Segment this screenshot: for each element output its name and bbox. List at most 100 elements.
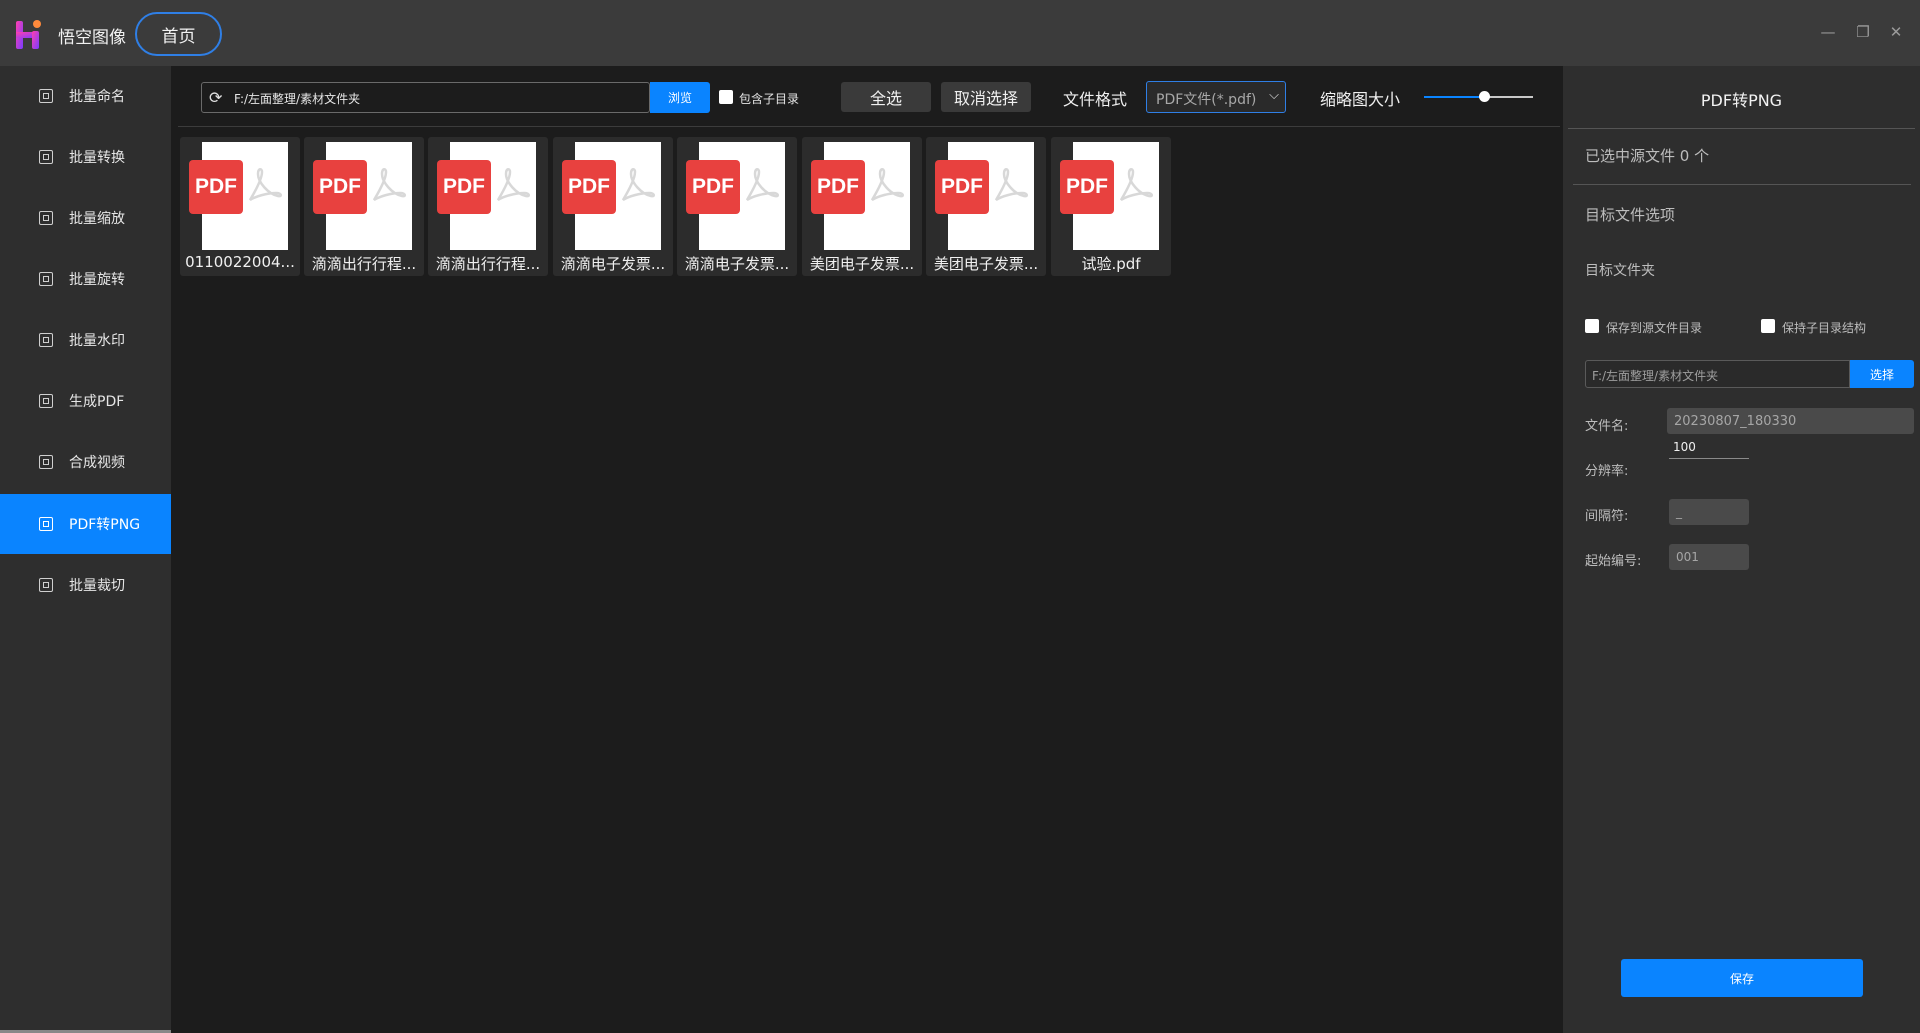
file-item[interactable]: PDF 美团电子发票... bbox=[802, 137, 922, 276]
acrobat-icon bbox=[621, 168, 655, 202]
keep-structure-checkbox[interactable] bbox=[1761, 319, 1775, 333]
source-path-text: F:/左面整理/素材文件夹 bbox=[234, 92, 361, 106]
start-number-input[interactable]: 001 bbox=[1669, 544, 1749, 570]
file-name: 0110022004... bbox=[185, 253, 295, 271]
sidebar-item-batch-watermark[interactable]: 批量水印 bbox=[0, 310, 171, 370]
sidebar-item-label: 生成PDF bbox=[69, 394, 125, 410]
acrobat-icon bbox=[870, 168, 904, 202]
sidebar-item-batch-rename[interactable]: 批量命名 bbox=[0, 66, 171, 126]
video-icon bbox=[39, 455, 53, 469]
pdf-badge-icon: PDF bbox=[189, 160, 243, 214]
save-button[interactable]: 保存 bbox=[1621, 959, 1863, 997]
panel-divider bbox=[1568, 128, 1915, 129]
filename-value: 20230807_180330 bbox=[1674, 414, 1797, 429]
sidebar-item-compose-video[interactable]: 合成视频 bbox=[0, 432, 171, 492]
pdf-badge-icon: PDF bbox=[313, 160, 367, 214]
slider-handle[interactable] bbox=[1478, 91, 1490, 102]
acrobat-icon bbox=[994, 168, 1028, 202]
save-to-source-checkbox[interactable] bbox=[1585, 319, 1599, 333]
sidebar-item-label: PDF转PNG bbox=[69, 517, 141, 533]
pdf-to-png-icon bbox=[39, 517, 53, 531]
start-number-value: 001 bbox=[1676, 550, 1699, 564]
sidebar-item-generate-pdf[interactable]: 生成PDF bbox=[0, 371, 171, 431]
source-path-input[interactable]: ⟳ F:/左面整理/素材文件夹 bbox=[201, 82, 650, 113]
file-item[interactable]: PDF 滴滴电子发票... bbox=[553, 137, 673, 276]
file-item[interactable]: PDF 滴滴出行行程... bbox=[304, 137, 424, 276]
title-bar: 悟空图像 首页 — ❐ ✕ bbox=[0, 0, 1920, 66]
target-options-heading: 目标文件选项 bbox=[1585, 206, 1676, 224]
pdf-icon bbox=[39, 394, 53, 408]
selected-count: 已选中源文件 0 个 bbox=[1585, 147, 1710, 165]
file-format-label: 文件格式 bbox=[1063, 90, 1128, 109]
convert-icon bbox=[39, 150, 53, 164]
crop-icon bbox=[39, 578, 53, 592]
app-title: 悟空图像 bbox=[58, 28, 126, 48]
refresh-icon[interactable]: ⟳ bbox=[209, 89, 227, 107]
pdf-thumbnail: PDF bbox=[811, 142, 910, 250]
acrobat-icon bbox=[745, 168, 779, 202]
thumbnail-size-slider[interactable] bbox=[1424, 91, 1533, 102]
file-name: 美团电子发票... bbox=[809, 255, 915, 273]
file-item[interactable]: PDF 滴滴出行行程... bbox=[428, 137, 548, 276]
thumbnail-size-label: 缩略图大小 bbox=[1320, 90, 1401, 109]
file-name: 美团电子发票... bbox=[933, 255, 1039, 273]
pdf-thumbnail: PDF bbox=[437, 142, 536, 250]
start-number-label: 起始编号: bbox=[1585, 554, 1642, 569]
acrobat-icon bbox=[372, 168, 406, 202]
file-format-select[interactable]: PDF文件(*.pdf) ⌵ bbox=[1146, 81, 1286, 113]
sidebar-item-batch-convert[interactable]: 批量转换 bbox=[0, 127, 171, 187]
pdf-thumbnail: PDF bbox=[1060, 142, 1159, 250]
close-icon[interactable]: ✕ bbox=[1888, 24, 1904, 40]
resolution-value: 100 bbox=[1673, 440, 1696, 454]
target-path-input[interactable]: F:/左面整理/素材文件夹 bbox=[1585, 360, 1850, 388]
sidebar-item-label: 批量裁切 bbox=[69, 578, 125, 594]
file-name: 滴滴出行行程... bbox=[311, 255, 417, 273]
acrobat-icon bbox=[1119, 168, 1153, 202]
file-item[interactable]: PDF 试验.pdf bbox=[1051, 137, 1171, 276]
panel-divider bbox=[1573, 184, 1911, 185]
filename-input[interactable]: 20230807_180330 bbox=[1667, 408, 1914, 434]
sidebar-item-batch-crop[interactable]: 批量裁切 bbox=[0, 555, 171, 615]
sidebar-item-label: 合成视频 bbox=[69, 455, 125, 471]
home-button[interactable]: 首页 bbox=[135, 12, 222, 56]
pdf-thumbnail: PDF bbox=[686, 142, 785, 250]
settings-panel: PDF转PNG 已选中源文件 0 个 目标文件选项 目标文件夹 保存到源文件目录… bbox=[1563, 66, 1920, 1033]
panel-title: PDF转PNG bbox=[1700, 91, 1783, 110]
select-all-button[interactable]: 全选 bbox=[841, 82, 931, 112]
slider-fill bbox=[1424, 96, 1484, 98]
acrobat-icon bbox=[496, 168, 530, 202]
sidebar-item-batch-rotate[interactable]: 批量旋转 bbox=[0, 249, 171, 309]
sidebar: 批量命名 批量转换 批量缩放 批量旋转 批量水印 生成PDF 合成视频 PDF转… bbox=[0, 66, 171, 1033]
resolution-input[interactable]: 100 bbox=[1669, 437, 1749, 459]
choose-folder-button[interactable]: 选择 bbox=[1850, 360, 1914, 388]
file-item[interactable]: PDF 0110022004... bbox=[180, 137, 300, 276]
acrobat-icon bbox=[248, 168, 282, 202]
rotate-icon bbox=[39, 272, 53, 286]
chevron-down-icon: ⌵ bbox=[1269, 88, 1279, 103]
resolution-label: 分辨率: bbox=[1585, 464, 1629, 479]
pdf-badge-icon: PDF bbox=[562, 160, 616, 214]
watermark-icon bbox=[39, 333, 53, 347]
browse-button[interactable]: 浏览 bbox=[650, 82, 710, 113]
pdf-thumbnail: PDF bbox=[562, 142, 661, 250]
sidebar-item-label: 批量水印 bbox=[69, 333, 125, 349]
sidebar-item-batch-resize[interactable]: 批量缩放 bbox=[0, 188, 171, 248]
file-format-value: PDF文件(*.pdf) bbox=[1156, 92, 1257, 108]
separator-value: _ bbox=[1676, 505, 1682, 519]
deselect-button[interactable]: 取消选择 bbox=[941, 82, 1031, 112]
file-name: 滴滴出行行程... bbox=[435, 255, 541, 273]
include-subdir-checkbox[interactable] bbox=[719, 90, 733, 104]
target-folder-label: 目标文件夹 bbox=[1585, 263, 1655, 279]
sidebar-item-pdf-to-png[interactable]: PDF转PNG bbox=[0, 494, 171, 554]
include-subdir-label: 包含子目录 bbox=[739, 92, 800, 106]
file-item[interactable]: PDF 美团电子发票... bbox=[926, 137, 1046, 276]
pdf-badge-icon: PDF bbox=[811, 160, 865, 214]
restore-icon[interactable]: ❐ bbox=[1855, 24, 1871, 40]
file-item[interactable]: PDF 滴滴电子发票... bbox=[677, 137, 797, 276]
app-logo-icon bbox=[16, 20, 41, 49]
pdf-badge-icon: PDF bbox=[686, 160, 740, 214]
separator-input[interactable]: _ bbox=[1669, 499, 1749, 525]
pdf-badge-icon: PDF bbox=[935, 160, 989, 214]
sidebar-item-label: 批量旋转 bbox=[69, 272, 125, 288]
minimize-icon[interactable]: — bbox=[1820, 24, 1836, 40]
